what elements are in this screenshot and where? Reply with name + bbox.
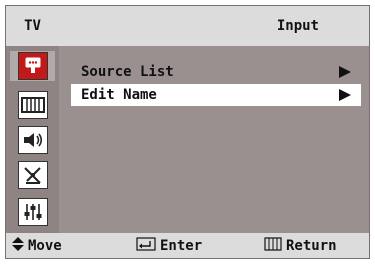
tv-label: TV [24, 18, 41, 34]
menu-item-source-list[interactable]: Source List [71, 61, 361, 83]
move-label: Move [28, 237, 62, 254]
menu-item-edit-name[interactable]: Edit Name [71, 84, 361, 106]
arrow-right-icon [339, 89, 351, 101]
up-down-arrows-icon [12, 236, 24, 255]
input-icon [17, 52, 48, 80]
title-bar: TV Input [6, 6, 369, 46]
sidebar-item-input[interactable] [10, 51, 55, 81]
picture-icon [17, 91, 48, 119]
return-label: Return [286, 237, 337, 254]
move-hint: Move [12, 233, 62, 258]
speaker-icon [17, 126, 48, 154]
enter-hint: Enter [136, 233, 202, 258]
menu-item-label: Source List [81, 64, 174, 80]
enter-label: Enter [160, 237, 203, 254]
menu-content: Source List Edit Name [59, 46, 369, 233]
sidebar [6, 46, 59, 233]
sidebar-item-channel[interactable] [16, 161, 49, 189]
sidebar-item-picture[interactable] [16, 91, 49, 119]
return-hint: Return [264, 233, 337, 258]
tv-osd-menu: TV Input Source List Edit Name Move Ente… [5, 5, 370, 259]
sliders-icon [17, 198, 48, 226]
sidebar-item-setup[interactable] [16, 198, 49, 226]
antenna-icon [17, 161, 48, 189]
menu-item-label: Edit Name [81, 87, 157, 103]
help-bar: Move Enter Return [6, 233, 369, 258]
menu-title: Input [276, 18, 319, 34]
return-icon [264, 236, 282, 255]
arrow-right-icon [339, 66, 351, 78]
enter-icon [136, 236, 156, 255]
sidebar-item-sound[interactable] [16, 126, 49, 154]
